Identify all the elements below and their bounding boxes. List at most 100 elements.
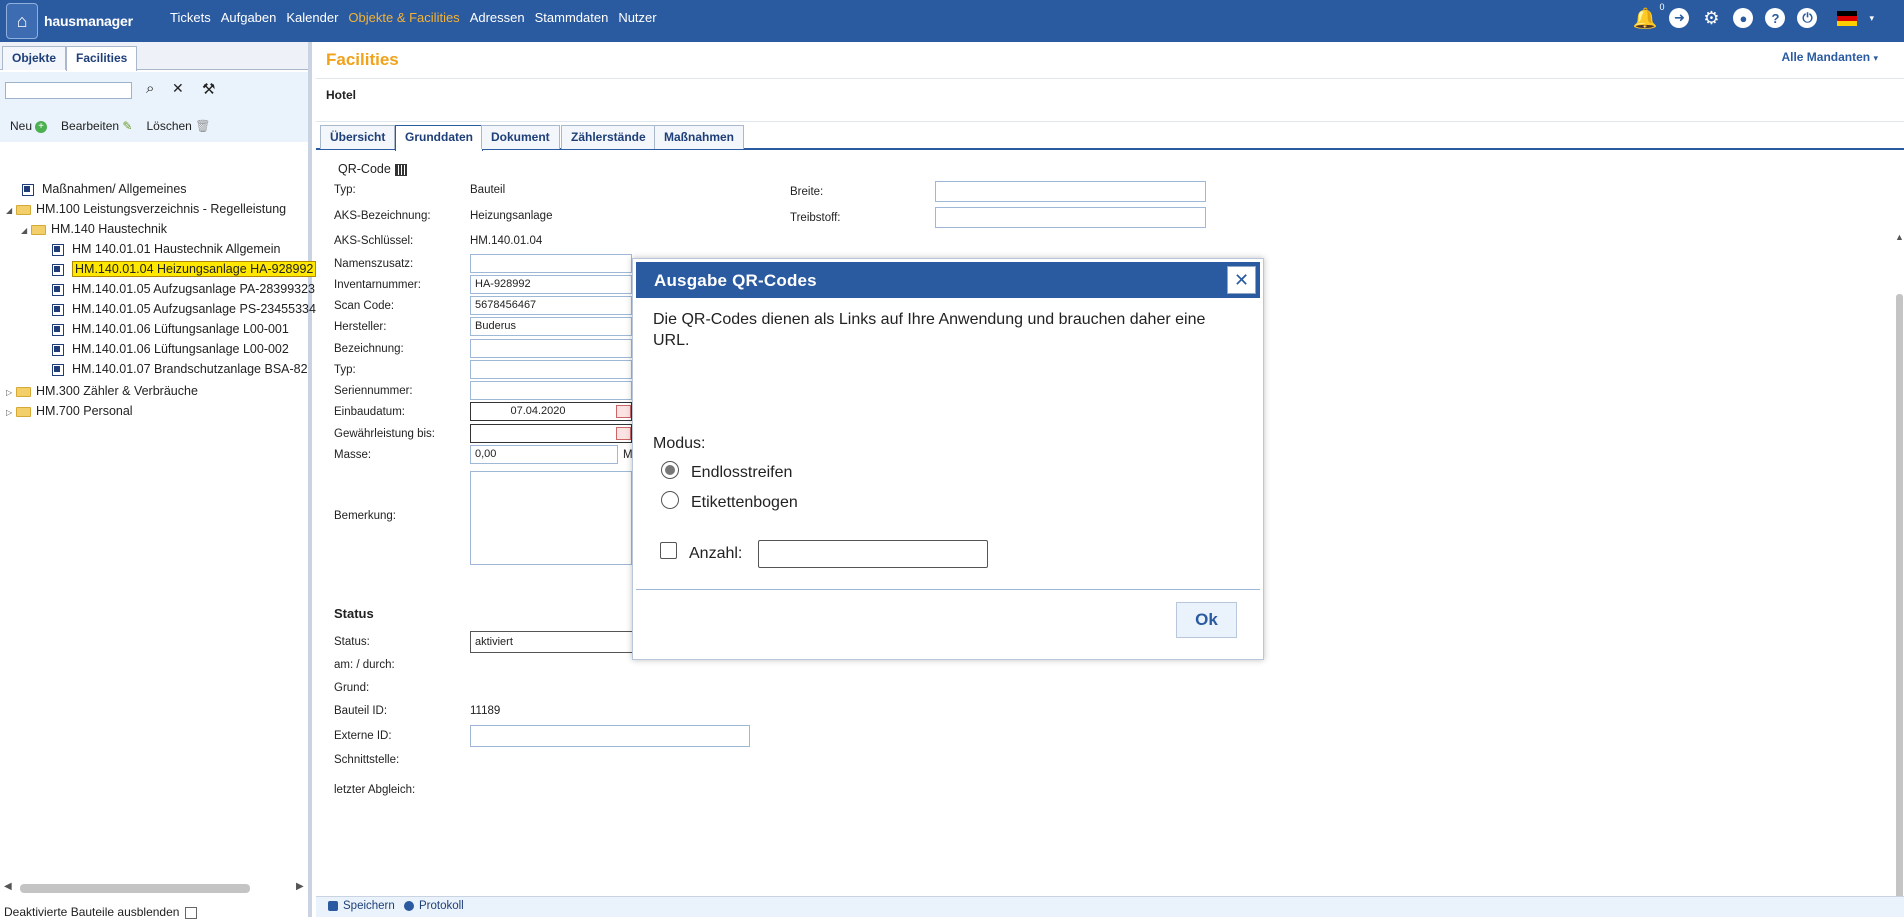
ok-button[interactable]: Ok [1176, 602, 1237, 638]
nav-kalender[interactable]: Kalender [286, 10, 338, 25]
endlosstreifen-label[interactable]: Endlosstreifen [691, 464, 792, 482]
tree-item[interactable]: Maßnahmen/ Allgemeines [22, 180, 187, 198]
qr-code-dialog: Ausgabe QR-Codes ✕ Die QR-Codes dienen a… [632, 258, 1264, 660]
seriennummer-input[interactable] [470, 381, 632, 400]
footer-bar: Speichern Protokoll [316, 896, 1904, 917]
tab-dokument[interactable]: Dokument [481, 125, 560, 149]
tab-objekte[interactable]: Objekte [2, 46, 67, 70]
tree-item[interactable]: ◢ HM.100 Leistungsverzeichnis - Regelleis… [6, 200, 286, 218]
nav-tickets[interactable]: Tickets [170, 10, 211, 25]
tree-item[interactable]: HM.140.01.05 Aufzugsanlage PS-23455334 [52, 300, 316, 318]
tree-item[interactable]: HM.140.01.05 Aufzugsanlage PA-28399323 [52, 280, 315, 298]
etikettenbogen-label[interactable]: Etikettenbogen [691, 494, 798, 512]
brand-name: hausmanager [44, 13, 133, 29]
einbaudatum-input[interactable]: 07.04.2020 [470, 402, 632, 421]
am-durch-label: am: / durch: [334, 659, 395, 671]
bemerkung-textarea[interactable] [470, 471, 632, 565]
tree-item-selected[interactable]: HM.140.01.04 Heizungsanlage HA-928992 [52, 260, 317, 278]
clear-icon[interactable]: ✕ [172, 80, 184, 97]
tools-icon[interactable]: ⚒ [202, 80, 215, 98]
typ-input[interactable] [470, 360, 632, 379]
einbaudatum-label: Einbaudatum: [334, 406, 405, 418]
tree-item[interactable]: ◢ HM.140 Haustechnik [21, 220, 167, 238]
info-icon [404, 900, 414, 911]
tree-item[interactable]: HM.140.01.06 Lüftungsanlage L00-002 [52, 340, 289, 358]
collapse-icon[interactable]: ◢ [6, 202, 16, 220]
save-button[interactable]: Speichern [328, 900, 395, 912]
radio-endlosstreifen[interactable] [661, 461, 679, 479]
tab-facilities[interactable]: Facilities [66, 46, 138, 71]
nav-objekte-facilities[interactable]: Objekte & Facilities [348, 10, 459, 25]
main-nav: Tickets Aufgaben Kalender Objekte & Faci… [170, 0, 657, 35]
chevron-down-icon[interactable]: ▾ [1869, 13, 1874, 24]
hersteller-input[interactable]: Buderus [470, 317, 632, 336]
seriennummer-label: Seriennummer: [334, 385, 413, 397]
tree-actions: Neu + Bearbeiten ✎ Löschen 🗑 [10, 119, 210, 133]
delete-button[interactable]: Löschen 🗑 [146, 119, 210, 133]
tab-massnahmen[interactable]: Maßnahmen [654, 125, 745, 149]
power-icon[interactable]: ⏻ [1797, 8, 1818, 28]
tree-item[interactable]: ▷ HM.700 Personal [6, 402, 133, 420]
gear-icon[interactable]: ⚙ [1701, 8, 1721, 28]
tree-item[interactable]: ▷ HM.300 Zähler & Verbräuche [6, 382, 198, 400]
radio-etikettenbogen[interactable] [661, 491, 679, 509]
masse-label: Masse: [334, 449, 372, 461]
login-icon[interactable]: ➜ [1669, 8, 1690, 28]
count-checkbox[interactable] [660, 542, 677, 559]
new-button[interactable]: Neu + [10, 119, 48, 133]
scan-code-input[interactable]: 5678456467 [470, 296, 632, 315]
top-bar: ⌂ hausmanager Tickets Aufgaben Kalender … [0, 0, 1904, 42]
masse-input[interactable]: 0,00 [470, 445, 618, 464]
count-input[interactable] [758, 540, 988, 568]
tree-item[interactable]: HM.140.01.06 Lüftungsanlage L00-001 [52, 320, 289, 338]
bezeichnung-input[interactable] [470, 339, 632, 358]
flag-de-icon[interactable] [1837, 10, 1858, 26]
tree-item[interactable]: HM 140.01.01 Haustechnik Allgemein [52, 240, 280, 258]
qr-code-link[interactable]: QR-Code [338, 162, 407, 176]
namenszusatz-input[interactable] [470, 254, 632, 273]
nav-nutzer[interactable]: Nutzer [618, 10, 656, 25]
treibstoff-input[interactable] [935, 207, 1206, 228]
qr-code-icon [394, 163, 407, 176]
breite-label: Breite: [790, 186, 824, 198]
tab-uebersicht[interactable]: Übersicht [320, 125, 396, 149]
protocol-button[interactable]: Protokoll [404, 900, 464, 912]
nav-aufgaben[interactable]: Aufgaben [221, 10, 277, 25]
tab-grunddaten[interactable]: Grunddaten [395, 125, 483, 151]
scroll-right-icon[interactable]: ▶ [296, 881, 304, 892]
breite-input[interactable] [935, 181, 1206, 202]
expand-icon[interactable]: ▷ [6, 384, 16, 402]
calendar-icon[interactable] [616, 405, 631, 418]
inventarnummer-input[interactable]: HA-928992 [470, 275, 632, 294]
close-icon[interactable]: ✕ [1227, 266, 1256, 294]
tree-search-input[interactable] [5, 82, 132, 99]
bell-icon[interactable]: 🔔 0 [1633, 2, 1665, 31]
vertical-scrollbar[interactable] [1896, 294, 1903, 914]
externe-id-input[interactable] [470, 725, 750, 747]
brand-logo[interactable]: ⌂ hausmanager [6, 2, 133, 40]
user-icon[interactable]: ● [1733, 8, 1754, 28]
help-icon[interactable]: ? [1765, 8, 1786, 28]
horizontal-scrollbar[interactable] [20, 884, 250, 893]
typ2-label: Typ: [334, 364, 356, 376]
document-icon [22, 183, 34, 196]
mandant-select[interactable]: Alle Mandanten ▾ [1781, 50, 1878, 64]
edit-button[interactable]: Bearbeiten ✎ [61, 119, 132, 133]
nav-stammdaten[interactable]: Stammdaten [535, 10, 609, 25]
bauteil-id-value: 11189 [470, 705, 501, 717]
scroll-up-icon[interactable]: ▲ [1895, 232, 1904, 242]
scroll-left-icon[interactable]: ◀ [4, 881, 12, 892]
chevron-down-icon: ▾ [1873, 53, 1878, 63]
tree-item[interactable]: HM.140.01.07 Brandschutzanlage BSA-8263 [52, 360, 308, 378]
hide-inactive-checkbox[interactable] [185, 906, 198, 919]
bauteil-id-label: Bauteil ID: [334, 705, 388, 717]
search-icon[interactable]: ⌕ [146, 80, 154, 97]
document-icon [52, 343, 64, 356]
nav-adressen[interactable]: Adressen [470, 10, 525, 25]
facility-tree: Maßnahmen/ Allgemeines ◢ HM.100 Leistungs… [0, 138, 317, 438]
expand-icon[interactable]: ▷ [6, 404, 16, 422]
tab-zaehlerstaende[interactable]: Zählerstände [561, 125, 656, 149]
collapse-icon[interactable]: ◢ [21, 222, 31, 240]
gewaehrleistung-input[interactable] [470, 424, 632, 443]
calendar-icon[interactable] [616, 427, 631, 440]
